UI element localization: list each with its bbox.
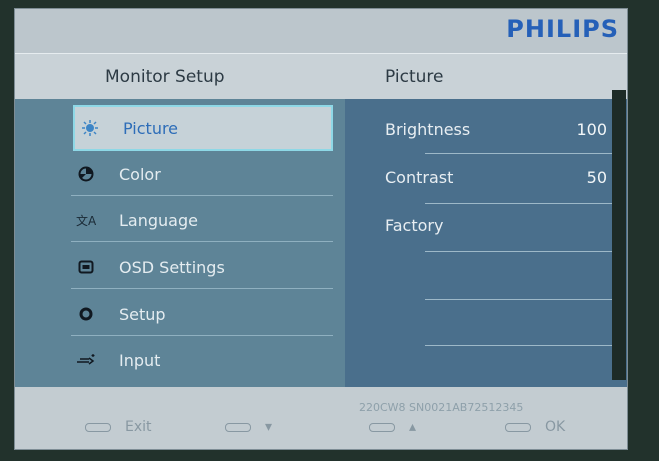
language-icon: 文A bbox=[71, 212, 101, 228]
menu-item-label: Color bbox=[119, 164, 161, 184]
exit-label: Exit bbox=[125, 419, 152, 435]
key-icon bbox=[225, 422, 251, 432]
menu-item-osd-settings[interactable]: OSD Settings bbox=[71, 246, 333, 289]
contrast-label: Contrast bbox=[385, 168, 454, 187]
menu-item-label: OSD Settings bbox=[119, 257, 225, 277]
picture-icon bbox=[75, 120, 105, 136]
input-icon bbox=[71, 353, 101, 367]
menu-item-label: Input bbox=[119, 350, 161, 370]
divider bbox=[425, 345, 620, 346]
ok-label: OK bbox=[545, 419, 566, 435]
up-button[interactable]: ▴ bbox=[369, 419, 416, 435]
key-icon bbox=[85, 422, 111, 432]
up-arrow-icon: ▴ bbox=[409, 419, 417, 435]
factory-row[interactable]: Factory bbox=[345, 203, 627, 248]
divider bbox=[425, 153, 620, 154]
divider bbox=[425, 251, 620, 252]
menu-item-color[interactable]: Color bbox=[71, 153, 333, 196]
divider bbox=[425, 299, 620, 300]
osd-body: Picture Color 文A Language OSD Settings S… bbox=[15, 99, 627, 387]
monitor-screen: PHILIPS Monitor Setup Picture Picture Co… bbox=[0, 0, 659, 461]
submenu-title: Picture bbox=[385, 67, 444, 87]
brightness-row[interactable]: Brightness 100 bbox=[345, 107, 627, 152]
svg-text:文A: 文A bbox=[76, 213, 96, 228]
key-icon bbox=[505, 422, 531, 432]
osd-header: Monitor Setup Picture bbox=[15, 53, 627, 101]
menu-item-input[interactable]: Input bbox=[71, 339, 333, 381]
screen-bezel-shadow bbox=[612, 90, 626, 380]
ok-button[interactable]: OK bbox=[505, 419, 565, 435]
menu-item-label: Setup bbox=[119, 304, 166, 324]
menu-item-language[interactable]: 文A Language bbox=[71, 199, 333, 242]
main-menu: Picture Color 文A Language OSD Settings S… bbox=[15, 99, 345, 387]
menu-item-setup[interactable]: Setup bbox=[71, 293, 333, 336]
down-arrow-icon: ▾ bbox=[265, 419, 273, 435]
osd-settings-icon bbox=[71, 259, 101, 275]
factory-label: Factory bbox=[385, 216, 444, 235]
contrast-row[interactable]: Contrast 50 bbox=[345, 155, 627, 200]
brightness-label: Brightness bbox=[385, 120, 471, 139]
exit-button[interactable]: Exit bbox=[85, 419, 152, 435]
contrast-value: 50 bbox=[586, 168, 607, 187]
osd-panel: PHILIPS Monitor Setup Picture Picture Co… bbox=[14, 8, 628, 450]
osd-footer: 220CW8 SN0021AB72512345 Exit ▾ ▴ OK bbox=[15, 387, 627, 449]
brand-logo: PHILIPS bbox=[506, 15, 619, 43]
down-button[interactable]: ▾ bbox=[225, 419, 272, 435]
model-serial: 220CW8 SN0021AB72512345 bbox=[359, 401, 524, 414]
menu-item-label: Language bbox=[119, 210, 198, 230]
brightness-value: 100 bbox=[576, 120, 607, 139]
submenu-panel: Brightness 100 Contrast 50 Factory bbox=[345, 99, 627, 387]
menu-item-label: Picture bbox=[123, 118, 179, 138]
menu-item-picture[interactable]: Picture bbox=[73, 105, 333, 151]
menu-title: Monitor Setup bbox=[105, 67, 225, 87]
key-icon bbox=[369, 422, 395, 432]
setup-icon bbox=[71, 306, 101, 322]
color-icon bbox=[71, 166, 101, 182]
